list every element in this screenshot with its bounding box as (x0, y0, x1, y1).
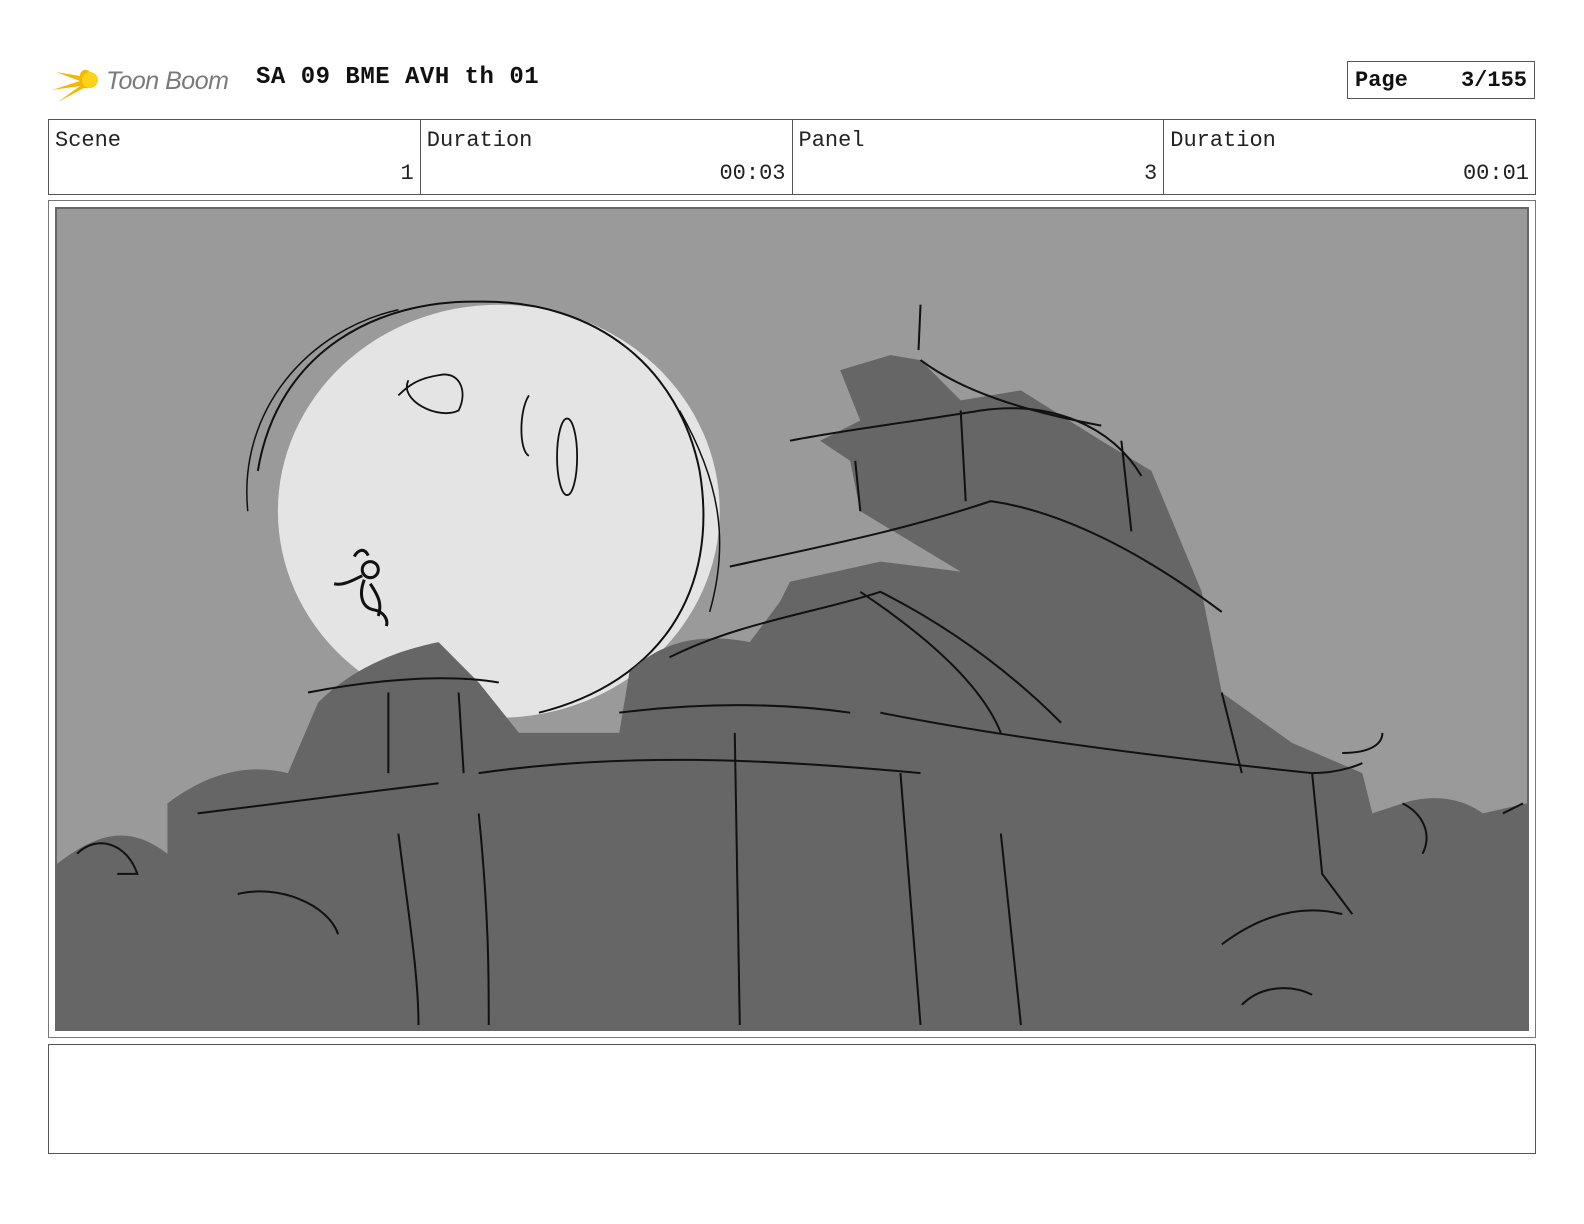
castle-moon-sketch (57, 209, 1527, 1029)
panel-value: 3 (1144, 161, 1158, 186)
panel-cell: Panel 3 (793, 120, 1165, 194)
page-indicator: Page 3/155 (1347, 61, 1535, 99)
scene-duration-value: 00:03 (719, 161, 786, 186)
panel-label: Panel (798, 128, 865, 153)
scene-duration-label: Duration (426, 128, 533, 153)
scene-cell: Scene 1 (49, 120, 421, 194)
scene-duration-cell: Duration 00:03 (421, 120, 793, 194)
page-number: 3/155 (1460, 67, 1527, 93)
panel-duration-label: Duration (1170, 128, 1276, 153)
toon-boom-logo: Toon Boom (50, 54, 229, 108)
toon-boom-logo-icon (52, 64, 98, 102)
panel-duration-cell: Duration 00:01 (1164, 120, 1535, 194)
scene-value: 1 (400, 161, 414, 186)
page-label: Page (1355, 67, 1408, 93)
scene-label: Scene (55, 128, 122, 153)
storyboard-panel (48, 200, 1536, 1038)
scene-info-table: Scene 1 Duration 00:03 Panel 3 Duration … (48, 119, 1536, 195)
logo-text: Toon Boom (106, 66, 229, 95)
panel-duration-value: 00:01 (1462, 161, 1529, 186)
storyboard-title: SA 09 BME AVH th 01 (256, 64, 540, 91)
panel-drawing (55, 207, 1529, 1031)
panel-notes (48, 1044, 1536, 1154)
